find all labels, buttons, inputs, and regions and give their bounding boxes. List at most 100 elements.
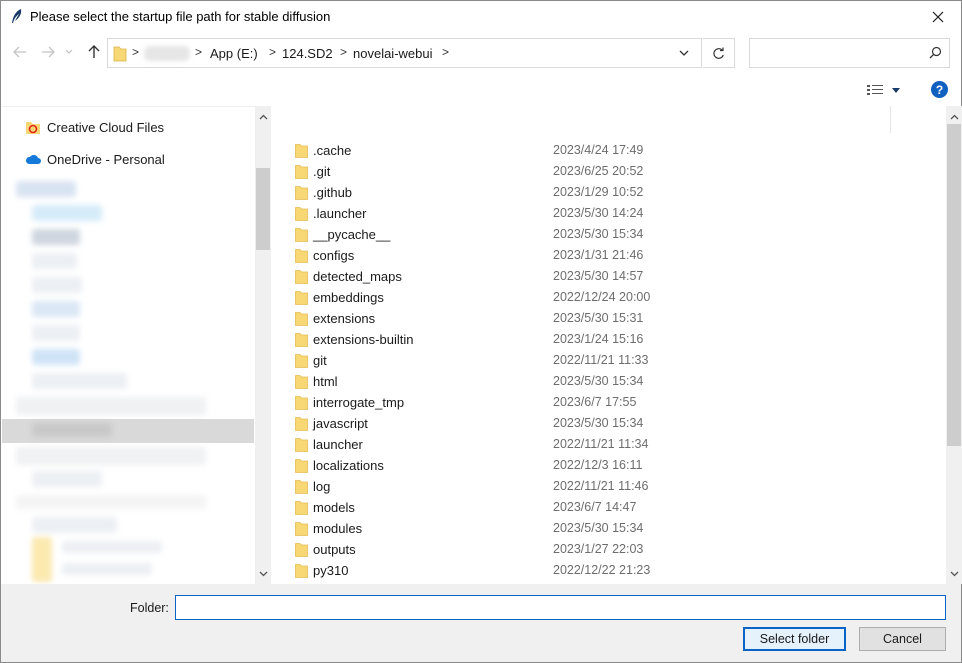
file-date-modified: 2022/11/21 11:34 — [553, 437, 649, 451]
breadcrumb-separator: > — [195, 45, 203, 59]
file-row[interactable]: .github 2023/1/29 10:52 — [293, 182, 853, 203]
breadcrumb-124-sd2[interactable]: 124.SD2 — [282, 46, 333, 61]
file-name: .launcher — [313, 206, 367, 221]
redacted-nav-item — [62, 563, 152, 575]
folder-icon — [113, 45, 127, 65]
file-name: modules — [313, 521, 363, 536]
folder-icon — [295, 521, 308, 539]
file-name: py310 — [313, 563, 349, 578]
search-icon[interactable] — [929, 46, 942, 62]
arrow-left-icon — [13, 46, 26, 58]
file-name: extensions — [313, 311, 376, 326]
file-dialog-window: Please select the startup file path for … — [0, 0, 962, 663]
file-row[interactable]: extensions 2023/5/30 15:31 — [293, 308, 853, 329]
folder-icon — [295, 437, 308, 455]
scroll-up-icon[interactable] — [949, 112, 959, 122]
scroll-up-icon[interactable] — [258, 112, 268, 122]
file-row[interactable]: git 2022/11/21 11:33 — [293, 350, 853, 371]
forward-button[interactable] — [38, 42, 58, 62]
scrollbar-thumb[interactable] — [947, 124, 961, 446]
file-row[interactable]: interrogate_tmp 2023/6/7 17:55 — [293, 392, 853, 413]
view-options-button[interactable] — [867, 82, 905, 98]
nav-item-onedrive[interactable]: OneDrive - Personal — [25, 149, 165, 169]
file-row[interactable]: embeddings 2022/12/24 20:00 — [293, 287, 853, 308]
file-name: html — [313, 374, 338, 389]
breadcrumb-separator: > — [340, 45, 348, 59]
file-date-modified: 2023/1/27 22:03 — [553, 542, 644, 556]
close-button[interactable] — [915, 1, 961, 32]
details-view-icon — [867, 85, 883, 95]
column-divider — [890, 106, 891, 133]
cancel-button[interactable]: Cancel — [859, 627, 946, 651]
redacted-nav-item — [32, 229, 80, 245]
recent-locations-button[interactable] — [63, 42, 75, 62]
file-row[interactable]: .cache 2023/4/24 17:49 — [293, 140, 853, 161]
up-button[interactable] — [84, 42, 104, 62]
breadcrumb-novelai-webui[interactable]: novelai-webui — [353, 46, 433, 61]
file-row[interactable]: javascript 2023/5/30 15:34 — [293, 413, 853, 434]
nav-item-creative-cloud[interactable]: Creative Cloud Files — [25, 117, 164, 137]
file-row[interactable]: localizations 2022/12/3 16:11 — [293, 455, 853, 476]
file-row[interactable]: py310 2022/12/22 21:23 — [293, 560, 853, 581]
file-row[interactable]: html 2023/5/30 15:34 — [293, 371, 853, 392]
file-date-modified: 2023/5/30 14:24 — [553, 206, 644, 220]
folder-icon — [295, 332, 308, 350]
file-row[interactable]: configs 2023/1/31 21:46 — [293, 245, 853, 266]
caret-down-icon — [892, 87, 900, 93]
file-name: .git — [313, 164, 331, 179]
file-name: detected_maps — [313, 269, 402, 284]
file-date-modified: 2023/5/30 15:31 — [553, 311, 644, 325]
file-date-modified: 2023/6/25 20:52 — [553, 164, 644, 178]
file-row[interactable]: outputs 2023/1/27 22:03 — [293, 539, 853, 560]
folder-icon — [295, 500, 308, 518]
redacted-nav-item — [32, 205, 102, 221]
file-date-modified: 2023/5/30 15:34 — [553, 227, 644, 241]
search-input[interactable] — [756, 44, 921, 62]
file-row[interactable]: .git 2023/6/25 20:52 — [293, 161, 853, 182]
help-icon: ? — [935, 82, 944, 97]
select-folder-button[interactable]: Select folder — [743, 627, 846, 651]
redacted-nav-item — [32, 423, 112, 437]
arrow-right-icon — [42, 46, 55, 58]
file-date-modified: 2023/1/29 10:52 — [553, 185, 644, 199]
folder-icon — [295, 458, 308, 476]
feather-icon — [10, 8, 24, 24]
folder-input[interactable] — [175, 595, 946, 620]
search-box — [749, 38, 950, 68]
redacted-nav-item — [32, 373, 127, 389]
address-bar[interactable]: > > App (E:) > 124.SD2 > novelai-webui > — [107, 38, 702, 68]
file-row[interactable]: __pycache__ 2023/5/30 15:34 — [293, 224, 853, 245]
scrollbar-thumb[interactable] — [256, 168, 270, 250]
file-list: .cache 2023/4/24 17:49 .git 2023/6/25 20:52… — [271, 106, 946, 584]
back-button[interactable] — [10, 42, 30, 62]
file-date-modified: 2023/4/24 17:49 — [553, 143, 644, 157]
scroll-down-icon[interactable] — [949, 569, 959, 579]
folder-icon — [295, 269, 308, 287]
file-row[interactable]: detected_maps 2023/5/30 14:57 — [293, 266, 853, 287]
file-row[interactable]: launcher 2022/11/21 11:34 — [293, 434, 853, 455]
file-list-scrollbar[interactable] — [946, 106, 962, 584]
breadcrumb-separator: > — [269, 45, 277, 59]
nav-pane-scrollbar[interactable] — [255, 106, 271, 584]
redacted-nav-item — [32, 517, 117, 533]
file-date-modified: 2023/5/30 15:34 — [553, 521, 644, 535]
file-row[interactable]: extensions-builtin 2023/1/24 15:16 — [293, 329, 853, 350]
close-icon — [932, 11, 944, 22]
nav-item-label: OneDrive - Personal — [47, 151, 165, 167]
file-date-modified: 2023/1/24 15:16 — [553, 332, 644, 346]
folder-icon — [295, 206, 308, 224]
file-row[interactable]: log 2022/11/21 11:46 — [293, 476, 853, 497]
file-row[interactable]: .launcher 2023/5/30 14:24 — [293, 203, 853, 224]
breadcrumb-app-e[interactable]: App (E:) — [210, 46, 258, 61]
toolbar: ? — [1, 74, 961, 105]
file-row[interactable]: models 2023/6/7 14:47 — [293, 497, 853, 518]
scroll-down-icon[interactable] — [258, 569, 268, 579]
address-dropdown-button[interactable] — [678, 47, 690, 62]
redacted-nav-item — [32, 253, 77, 269]
file-name: .cache — [313, 143, 352, 158]
help-button[interactable]: ? — [931, 81, 948, 98]
folder-icon — [295, 353, 308, 371]
file-name: log — [313, 479, 331, 494]
file-row[interactable]: modules 2023/5/30 15:34 — [293, 518, 853, 539]
refresh-button[interactable] — [703, 38, 735, 68]
